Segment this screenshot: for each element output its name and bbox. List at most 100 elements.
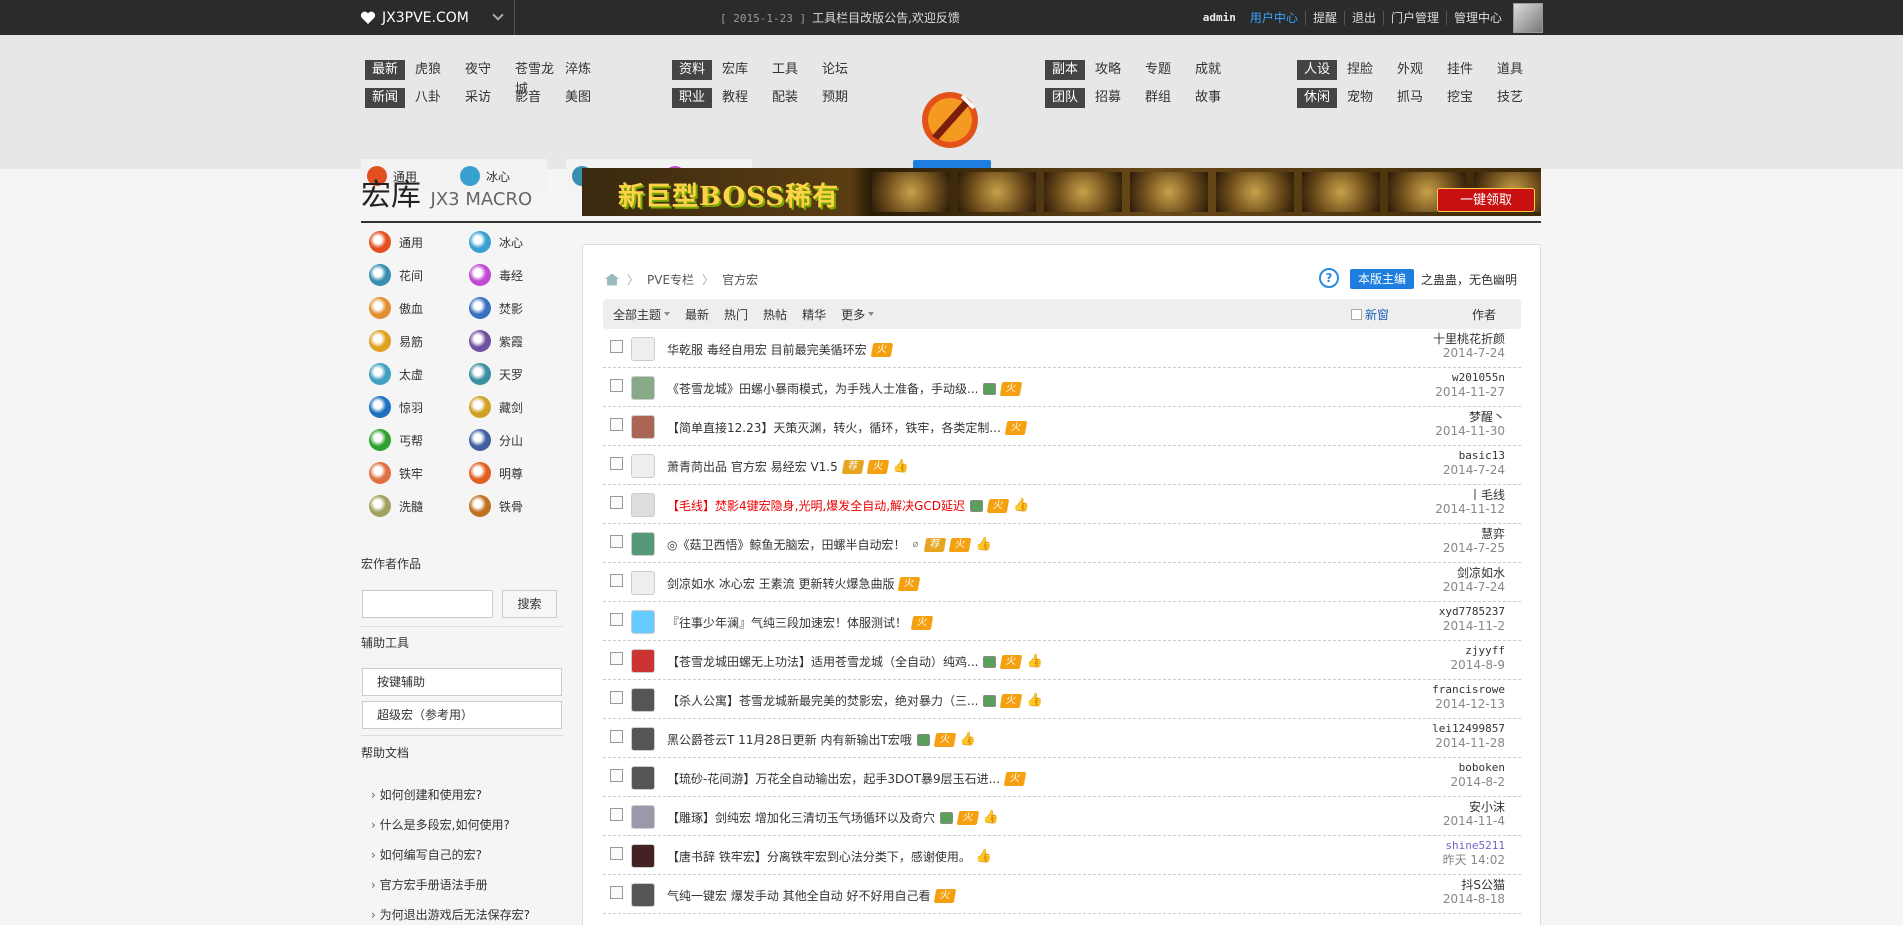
author-name[interactable]: 安小沫	[1443, 800, 1505, 814]
help-link[interactable]: 为何退出游戏后无法保存宏?	[371, 906, 530, 923]
author-avatar[interactable]	[631, 883, 655, 907]
author-avatar[interactable]	[631, 844, 655, 868]
row-checkbox[interactable]	[610, 379, 623, 392]
admin-center-link[interactable]: 管理中心	[1447, 9, 1509, 26]
editor-button[interactable]: 本版主编	[1350, 269, 1414, 289]
sidebar-school-item[interactable]: 明尊	[461, 461, 561, 485]
row-checkbox[interactable]	[610, 457, 623, 470]
author-name[interactable]: basic13	[1443, 449, 1505, 463]
nav-link[interactable]: 宠物	[1347, 88, 1397, 108]
author-name[interactable]: shine5211	[1443, 839, 1505, 853]
row-checkbox[interactable]	[610, 535, 623, 548]
nav-link[interactable]: 群组	[1145, 88, 1195, 108]
sidebar-school-item[interactable]: 洗髓	[361, 494, 461, 518]
author-avatar[interactable]	[631, 610, 655, 634]
sidebar-school-item[interactable]: 花间	[361, 263, 461, 287]
author-name[interactable]: lei12499857	[1432, 722, 1505, 736]
help-icon[interactable]: ?	[1319, 268, 1339, 288]
new-window-checkbox[interactable]: 新窗	[1351, 306, 1389, 323]
author-avatar[interactable]	[631, 727, 655, 751]
thread-title[interactable]: 『往事少年澜』气纯三段加速宏！体服测试！	[667, 614, 907, 631]
thread-title[interactable]: ◎《菇卫西悟》鲸鱼无脑宏，田螺半自动宏！	[667, 536, 905, 553]
author-avatar[interactable]	[631, 649, 655, 673]
filter-more[interactable]: 更多	[841, 306, 874, 323]
nav-link[interactable]: 副本	[1045, 60, 1085, 80]
sidebar-school-item[interactable]: 藏剑	[461, 395, 561, 419]
nav-link[interactable]: 休闲	[1297, 88, 1337, 108]
sidebar-school-item[interactable]: 通用	[361, 230, 461, 254]
nav-link[interactable]: 最新	[365, 60, 405, 80]
author-avatar[interactable]	[631, 493, 655, 517]
author-name[interactable]: w201055n	[1435, 371, 1505, 385]
breadcrumb-official-macro[interactable]: 官方宏	[722, 271, 758, 288]
author-avatar[interactable]	[631, 805, 655, 829]
nav-link[interactable]: 采访	[465, 88, 515, 108]
nav-link[interactable]: 宏库	[722, 60, 772, 80]
nav-link[interactable]: 教程	[722, 88, 772, 108]
nav-link[interactable]: 捏脸	[1347, 60, 1397, 80]
tool-key-helper[interactable]: 按键辅助	[362, 668, 562, 696]
nav-link[interactable]: 成就	[1195, 60, 1245, 80]
help-link[interactable]: 官方宏手册语法手册	[371, 876, 488, 893]
nav-link[interactable]: 苍雪龙城	[515, 60, 565, 97]
filter-hot-posts[interactable]: 热帖	[763, 306, 787, 323]
row-checkbox[interactable]	[610, 613, 623, 626]
nav-link[interactable]: 职业	[672, 88, 712, 108]
thread-title[interactable]: 剑凉如水 冰心宏 王素流 更新转火爆急曲版	[667, 575, 894, 592]
nav-link[interactable]: 预期	[822, 88, 872, 108]
tool-super-macro[interactable]: 超级宏（参考用）	[362, 701, 562, 729]
nav-link[interactable]: 资料	[672, 60, 712, 80]
site-logo[interactable]	[914, 86, 986, 150]
nav-link[interactable]: 挂件	[1447, 60, 1497, 80]
sidebar-school-item[interactable]: 分山	[461, 428, 561, 452]
filter-hot[interactable]: 热门	[724, 306, 748, 323]
author-name[interactable]: xyd7785237	[1439, 605, 1505, 619]
search-button[interactable]: 搜索	[502, 590, 557, 618]
nav-link[interactable]: 工具	[772, 60, 822, 80]
author-avatar[interactable]	[631, 532, 655, 556]
thread-title[interactable]: 【杀人公寓】苍雪龙城新最完美的焚影宏，绝对暴力（三...	[667, 692, 978, 709]
nav-link[interactable]: 招募	[1095, 88, 1145, 108]
sidebar-school-item[interactable]: 铁骨	[461, 494, 561, 518]
sidebar-school-item[interactable]: 太虚	[361, 362, 461, 386]
nav-link[interactable]: 美图	[565, 88, 615, 108]
help-link[interactable]: 什么是多段宏,如何使用?	[371, 816, 510, 833]
author-avatar[interactable]	[631, 454, 655, 478]
site-switcher[interactable]: JX3PVE.COM	[360, 0, 515, 35]
logout-link[interactable]: 退出	[1345, 9, 1383, 26]
author-name[interactable]: 慧弈	[1443, 527, 1505, 541]
thread-title[interactable]: 【琉砂-花间游】万花全自动输出宏，起手3DOT暴9层玉石进...	[667, 770, 1000, 787]
row-checkbox[interactable]	[610, 808, 623, 821]
author-name[interactable]: 梦醒丶	[1435, 410, 1505, 424]
author-avatar[interactable]	[631, 337, 655, 361]
notice-text[interactable]: 工具栏目改版公告,欢迎反馈	[812, 11, 960, 25]
sidebar-school-item[interactable]: 丐帮	[361, 428, 461, 452]
row-checkbox[interactable]	[610, 691, 623, 704]
filter-latest[interactable]: 最新	[685, 306, 709, 323]
author-avatar[interactable]	[631, 688, 655, 712]
nav-link[interactable]: 虎狼	[415, 60, 465, 80]
filter-all[interactable]: 全部主题	[613, 306, 670, 323]
nav-link[interactable]: 技艺	[1497, 88, 1547, 108]
nav-link[interactable]: 团队	[1045, 88, 1085, 108]
ad-banner[interactable]: 新巨型BOSS稀有 一键领取	[582, 168, 1541, 216]
sidebar-school-item[interactable]: 铁牢	[361, 461, 461, 485]
nav-link[interactable]: 配装	[772, 88, 822, 108]
editor-names[interactable]: 之蛊蛊，无色幽明	[1421, 271, 1517, 288]
help-link[interactable]: 如何创建和使用宏?	[371, 786, 482, 803]
nav-link[interactable]: 挖宝	[1447, 88, 1497, 108]
thread-title[interactable]: 《苍雪龙城》田螺小暴雨模式，为手残人士准备，手动级...	[667, 380, 978, 397]
nav-link[interactable]: 影音	[515, 88, 565, 108]
portal-admin-link[interactable]: 门户管理	[1384, 9, 1446, 26]
author-name[interactable]: 十里桃花折颜	[1433, 332, 1505, 346]
nav-link[interactable]: 新闻	[365, 88, 405, 108]
thread-title[interactable]: 【苍雪龙城田螺无上功法】适用苍雪龙城（全自动）纯鸡...	[667, 653, 978, 670]
breadcrumb-pve[interactable]: PVE专栏	[647, 271, 694, 288]
avatar[interactable]	[1513, 2, 1543, 33]
author-avatar[interactable]	[631, 376, 655, 400]
user-center-link[interactable]: 用户中心	[1243, 9, 1305, 26]
sidebar-school-item[interactable]: 焚影	[461, 296, 561, 320]
thread-title[interactable]: 【毛线】焚影4键宏隐身,光明,爆发全自动,解决GCD延迟	[667, 497, 965, 514]
nav-link[interactable]: 抓马	[1397, 88, 1447, 108]
nav-link[interactable]: 道具	[1497, 60, 1547, 80]
